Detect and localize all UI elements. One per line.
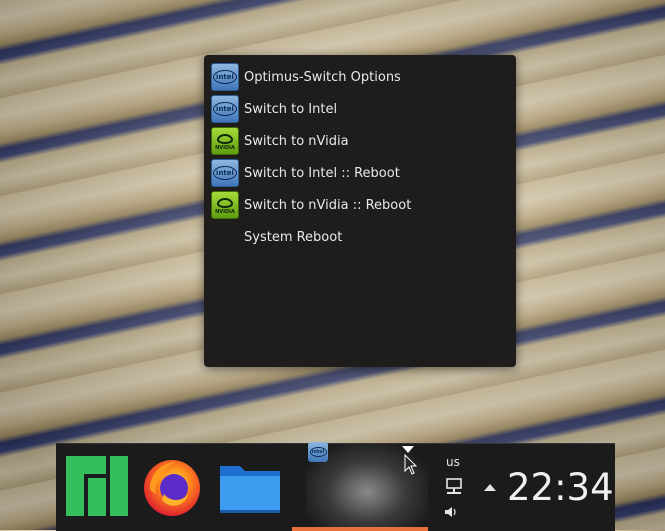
keyboard-layout-indicator[interactable]: us <box>446 455 460 469</box>
menu-item-label: Switch to Intel :: Reboot <box>244 165 400 181</box>
nvidia-icon: NVIDIA <box>211 191 239 219</box>
menu-item-switch-to-nvidia[interactable]: NVIDIA Switch to nVidia <box>204 125 516 157</box>
folder-icon[interactable] <box>218 454 282 518</box>
intel-tray-icon[interactable]: intel <box>308 442 328 462</box>
optimus-switch-menu: intel Optimus-Switch Options intel Switc… <box>204 55 516 367</box>
menu-item-optimus-switch-options[interactable]: intel Optimus-Switch Options <box>204 61 516 93</box>
active-task-indicator <box>292 527 428 531</box>
mouse-cursor-icon <box>404 454 418 475</box>
firefox-icon[interactable] <box>140 454 204 518</box>
manjaro-icon[interactable] <box>64 454 128 518</box>
intel-icon: intel <box>211 63 239 91</box>
taskbar-panel: intel us 22:34 <box>56 442 615 531</box>
intel-icon: intel <box>211 159 239 187</box>
network-icon[interactable] <box>446 478 462 496</box>
menu-item-label: Switch to Intel <box>244 101 338 117</box>
intel-icon: intel <box>211 95 239 123</box>
menu-item-label: Optimus-Switch Options <box>244 69 401 85</box>
popup-pointer-icon <box>402 446 414 453</box>
menu-item-label: System Reboot <box>244 229 343 245</box>
menu-item-switch-to-nvidia-reboot[interactable]: NVIDIA Switch to nVidia :: Reboot <box>204 189 516 221</box>
nvidia-icon: NVIDIA <box>211 127 239 155</box>
menu-item-switch-to-intel[interactable]: intel Switch to Intel <box>204 93 516 125</box>
menu-item-label: Switch to nVidia :: Reboot <box>244 197 412 213</box>
menu-item-switch-to-intel-reboot[interactable]: intel Switch to Intel :: Reboot <box>204 157 516 189</box>
volume-icon[interactable] <box>444 506 458 518</box>
menu-item-system-reboot[interactable]: System Reboot <box>204 221 516 253</box>
blank-icon <box>211 223 239 251</box>
tray-expand-icon[interactable] <box>484 484 496 491</box>
digital-clock[interactable]: 22:34 <box>507 466 614 509</box>
menu-item-label: Switch to nVidia <box>244 133 349 149</box>
